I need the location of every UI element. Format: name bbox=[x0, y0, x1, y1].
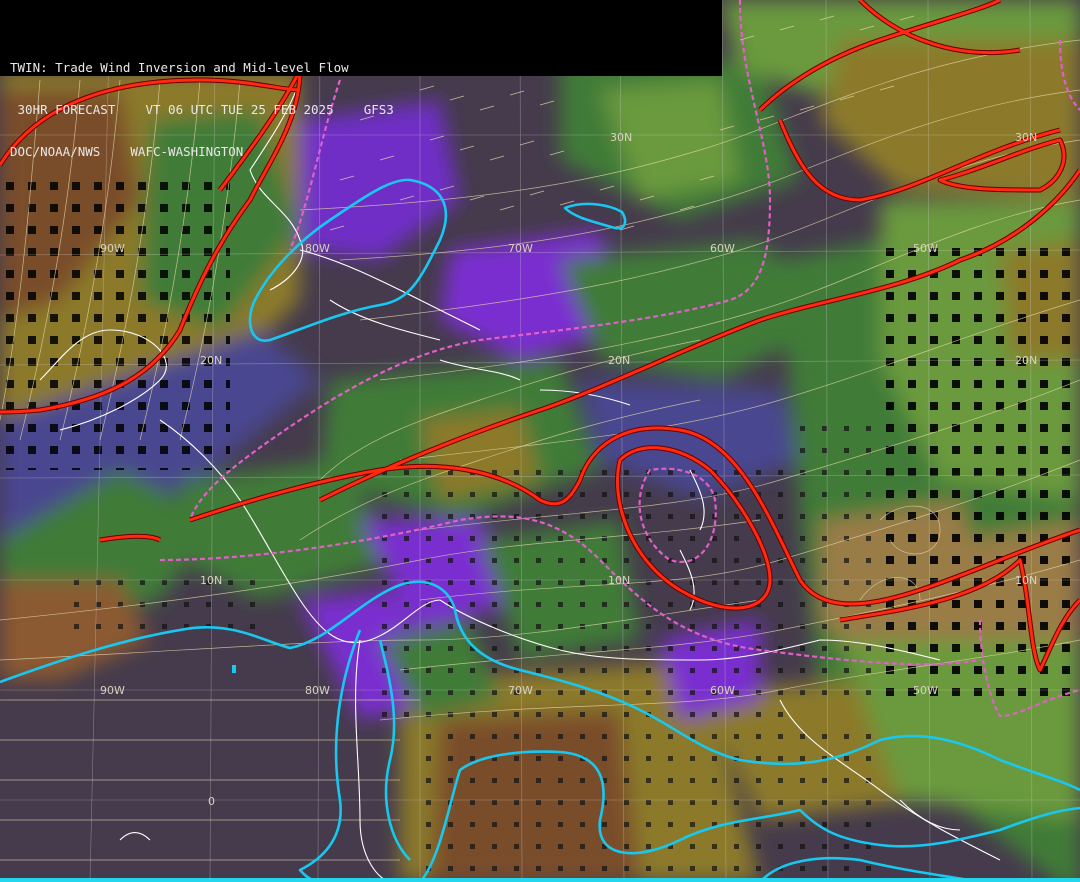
lon-label: 90W bbox=[100, 242, 125, 255]
lat-label: 20N bbox=[200, 354, 222, 367]
lon-label: 60W bbox=[710, 242, 735, 255]
lon-label: 80W bbox=[305, 684, 330, 697]
agency-info: DOC/NOAA/NWS WAFC-WASHINGTON bbox=[10, 144, 244, 159]
forecast-info: 30HR FORECAST VT 06 UTC TUE 25 FEB 2025 … bbox=[10, 102, 394, 117]
lat-label: 0 bbox=[208, 795, 215, 808]
lat-label: 30N bbox=[1015, 131, 1037, 144]
lat-label: 10N bbox=[1015, 574, 1037, 587]
map-header: TWIN: Trade Wind Inversion and Mid-level… bbox=[0, 0, 722, 159]
lon-label: 70W bbox=[508, 242, 533, 255]
cyan-marker bbox=[232, 665, 236, 673]
lon-label: 50W bbox=[913, 684, 938, 697]
bottom-border bbox=[0, 878, 1080, 882]
lat-label: 20N bbox=[608, 354, 630, 367]
map-title: TWIN: Trade Wind Inversion and Mid-level… bbox=[10, 60, 349, 75]
lat-label: 10N bbox=[608, 574, 630, 587]
lon-label: 50W bbox=[913, 242, 938, 255]
lat-label: 20N bbox=[1015, 354, 1037, 367]
lon-label: 90W bbox=[100, 684, 125, 697]
lat-label: 10N bbox=[200, 574, 222, 587]
lon-label: 70W bbox=[508, 684, 533, 697]
lon-label: 80W bbox=[305, 242, 330, 255]
lon-label: 60W bbox=[710, 684, 735, 697]
